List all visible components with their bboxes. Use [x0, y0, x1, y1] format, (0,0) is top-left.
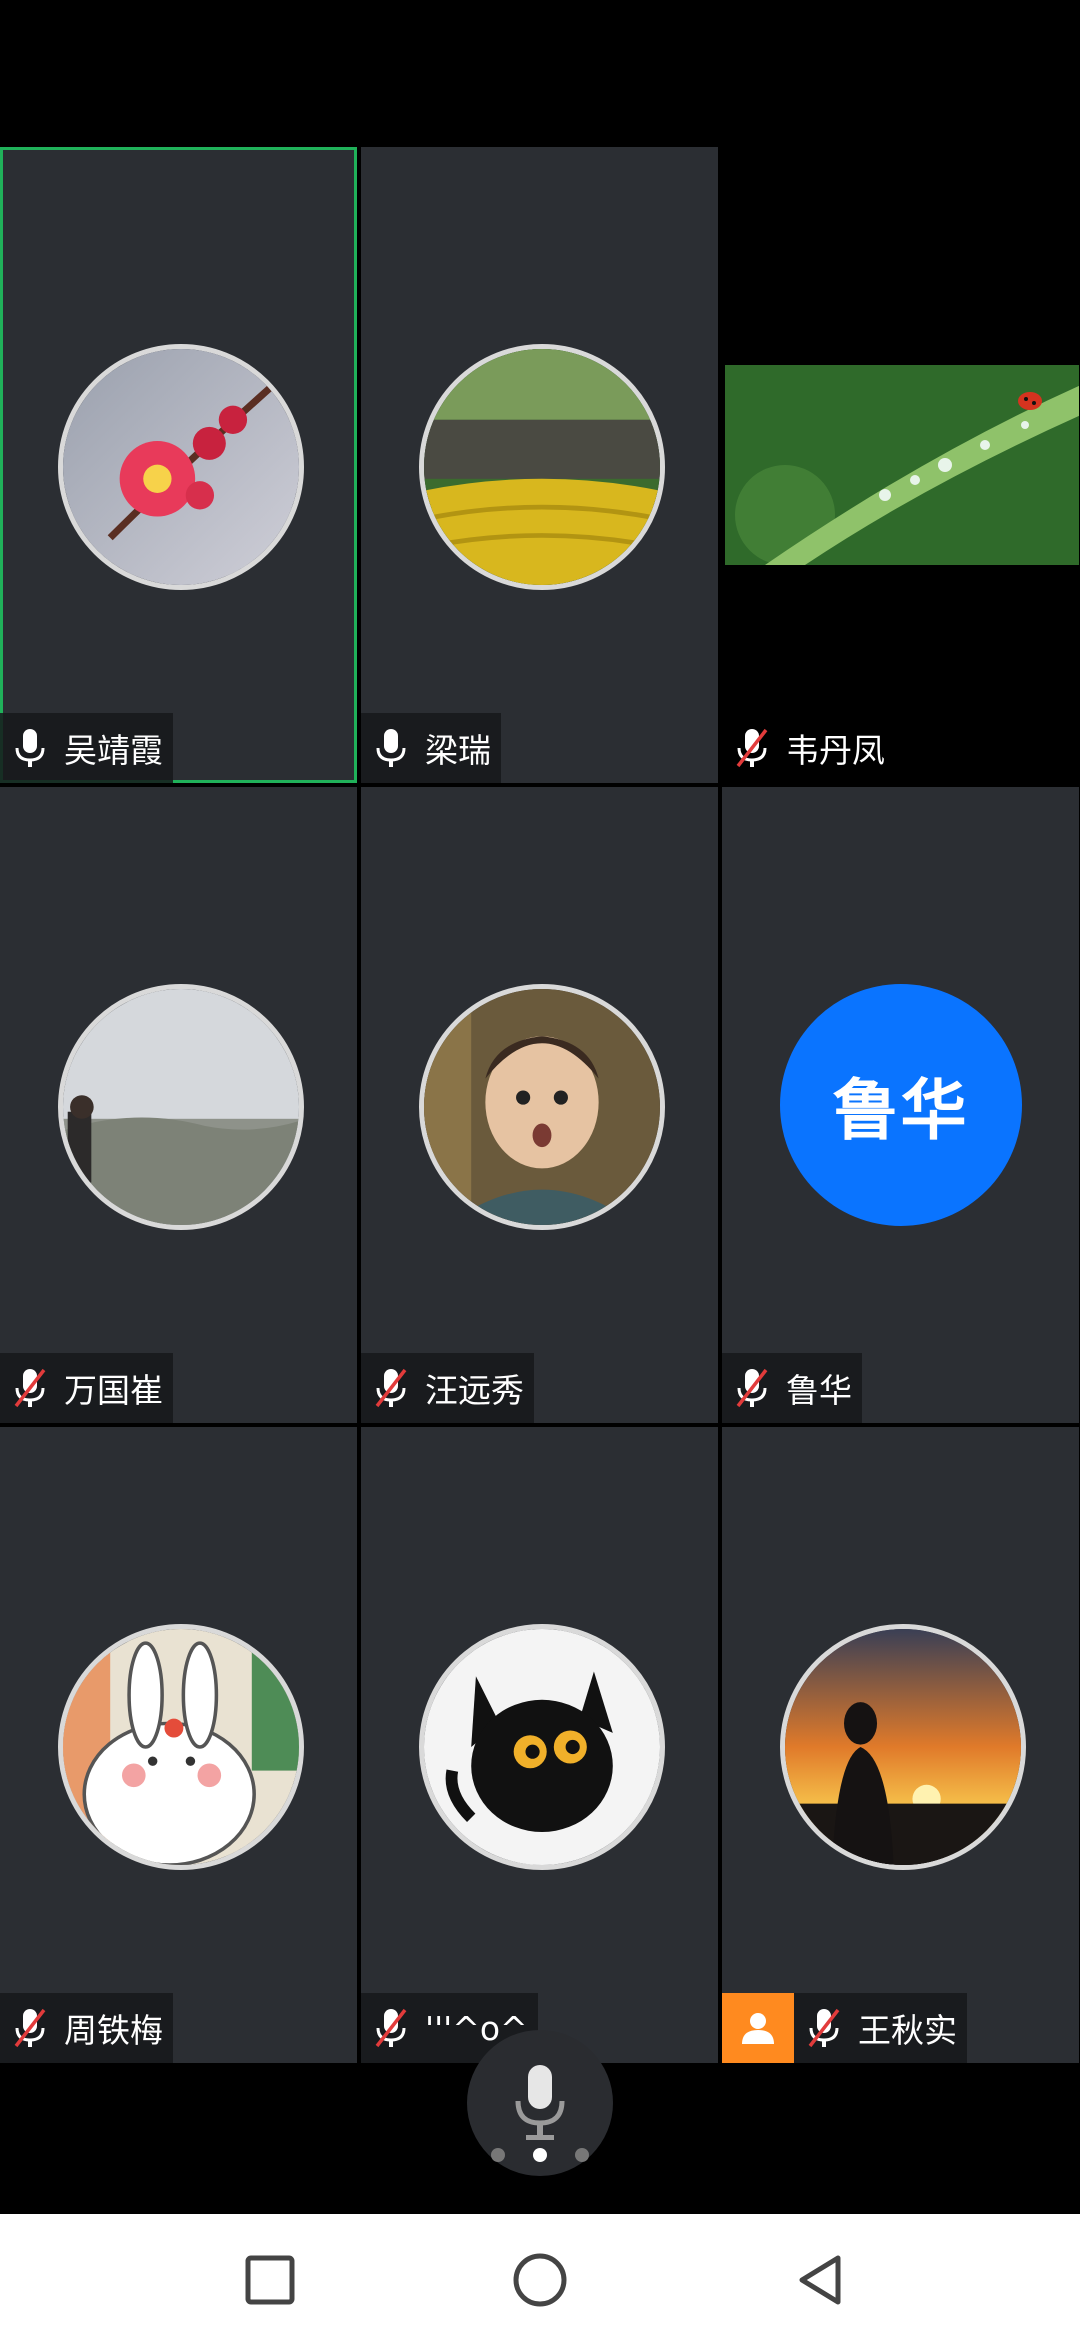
- participant-name: 汪远秀: [425, 1371, 524, 1410]
- avatar: [418, 984, 665, 1230]
- avatar: [57, 984, 304, 1230]
- page-dot[interactable]: [575, 2148, 589, 2162]
- mic-muted-icon: [375, 1368, 407, 1408]
- participant-name: 梁瑞: [425, 731, 491, 770]
- participant-tile[interactable]: 王秋实: [722, 1427, 1079, 2063]
- avatar: [418, 344, 665, 590]
- video-feed: [725, 365, 1079, 565]
- participant-name: 鲁华: [786, 1371, 852, 1410]
- host-badge: [722, 1993, 794, 2063]
- mic-muted-icon: [736, 728, 768, 768]
- participant-name: 吴靖霞: [64, 731, 163, 770]
- participant-tile[interactable]: '''^o^: [361, 1427, 718, 2063]
- initials-avatar: 鲁华: [779, 984, 1022, 1226]
- recents-icon[interactable]: [240, 2250, 300, 2310]
- participant-name: 韦丹凤: [786, 731, 885, 770]
- name-tag: 汪远秀: [361, 1353, 534, 1423]
- mic-icon: [376, 729, 406, 767]
- name-tag: 王秋实: [794, 1993, 967, 2063]
- mic-muted-icon: [736, 1368, 768, 1408]
- participant-tile[interactable]: 周铁梅: [0, 1427, 357, 2063]
- mic-muted-icon: [14, 1368, 46, 1408]
- participant-name: 王秋实: [858, 2011, 957, 2050]
- participant-tile[interactable]: 吴靖霞: [0, 147, 357, 783]
- participant-tile[interactable]: 万国崔: [0, 787, 357, 1423]
- avatar: [57, 344, 304, 590]
- terraced-village-image: [423, 349, 660, 585]
- mic-muted-icon: [375, 2008, 407, 2048]
- back-icon[interactable]: [790, 2250, 850, 2310]
- name-tag: 吴靖霞: [0, 713, 173, 783]
- surprised-man-image: [423, 989, 660, 1225]
- system-nav-bar: [0, 2214, 1080, 2340]
- avatar: [418, 1624, 665, 1870]
- name-tag: 鲁华: [722, 1353, 862, 1423]
- page-dot[interactable]: [491, 2148, 505, 2162]
- mic-muted-icon: [14, 2008, 46, 2048]
- participant-name: 周铁梅: [64, 2011, 163, 2050]
- avatar: [779, 1624, 1026, 1870]
- leaf-with-ladybug-image: [725, 365, 1079, 565]
- cartoon-rabbit-image: [62, 1629, 299, 1865]
- man-on-hill-image: [62, 989, 299, 1225]
- mic-muted-icon: [808, 2008, 840, 2048]
- name-tag: 万国崔: [0, 1353, 173, 1423]
- cartoon-black-cat-image: [423, 1629, 660, 1865]
- participant-name: 万国崔: [64, 1371, 163, 1410]
- page-indicator: [0, 2148, 1080, 2168]
- participant-grid: 吴靖霞 梁瑞 韦丹凤 万国崔 汪远秀 鲁华 鲁华 周铁梅 '''^o^ 王秋实: [0, 147, 1080, 2064]
- participant-tile[interactable]: 梁瑞: [361, 147, 718, 783]
- mic-icon: [515, 2065, 565, 2140]
- participant-tile[interactable]: 鲁华 鲁华: [722, 787, 1079, 1423]
- plum-blossom-image: [62, 349, 299, 585]
- name-tag: 周铁梅: [0, 1993, 173, 2063]
- participant-tile[interactable]: 汪远秀: [361, 787, 718, 1423]
- mic-icon: [15, 729, 45, 767]
- name-tag: 韦丹凤: [722, 713, 895, 783]
- avatar: [57, 1624, 304, 1870]
- name-tag: 梁瑞: [361, 713, 501, 783]
- home-icon[interactable]: [510, 2250, 570, 2310]
- participant-tile[interactable]: 韦丹凤: [722, 147, 1079, 783]
- page-dot-current[interactable]: [533, 2148, 547, 2162]
- person-icon: [742, 2013, 774, 2044]
- sunset-silhouette-image: [784, 1629, 1021, 1865]
